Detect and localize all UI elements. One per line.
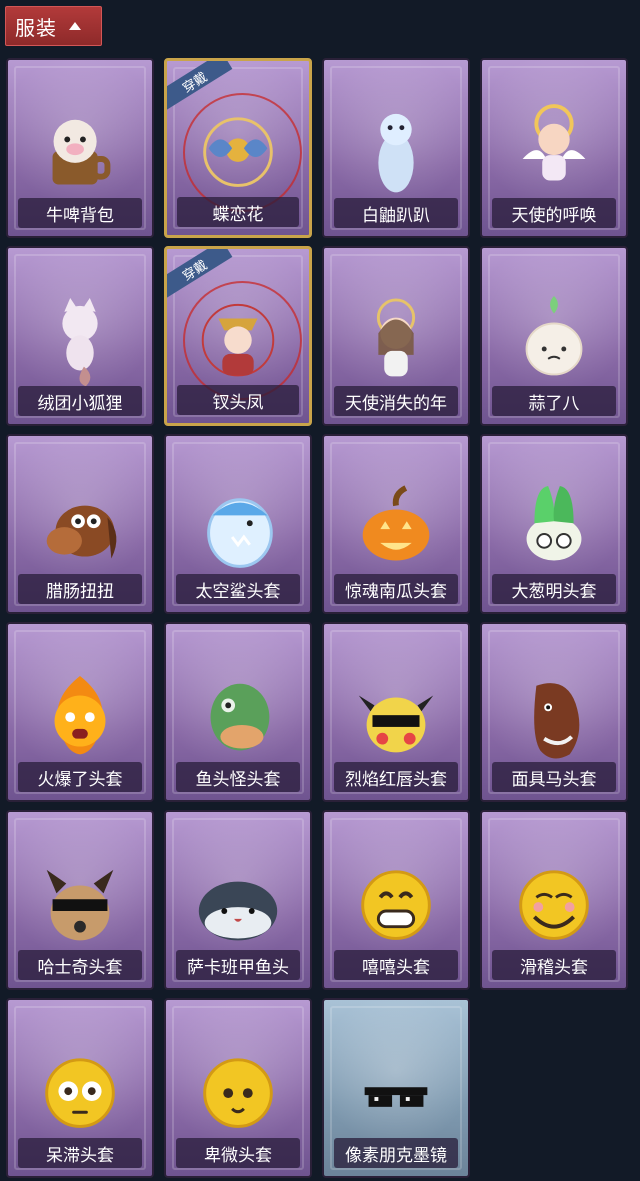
- costume-item-card[interactable]: 嘻嘻头套: [322, 810, 470, 990]
- item-name-label: 烈焰红唇头套: [334, 762, 458, 792]
- item-name-label: 呆滞头套: [18, 1138, 142, 1168]
- phoenix-crown-doll-icon: [201, 304, 275, 377]
- item-name-label: 嘻嘻头套: [334, 950, 458, 980]
- costume-item-card[interactable]: 哈士奇头套: [6, 810, 154, 990]
- angel-doll-icon: [522, 103, 586, 181]
- humble-emoji-mask-icon: [203, 1057, 273, 1128]
- item-name-label: 哈士奇头套: [18, 950, 142, 980]
- item-name-label: 大葱明头套: [492, 574, 616, 604]
- costume-item-card[interactable]: 穿戴 蝶恋花: [164, 58, 312, 238]
- item-name-label: 天使消失的年: [334, 386, 458, 416]
- costume-item-card[interactable]: 烈焰红唇头套: [322, 622, 470, 802]
- garlic-icon: [525, 295, 583, 375]
- stare-emoji-mask-icon: [45, 1057, 115, 1128]
- item-name-label: 白鼬趴趴: [334, 198, 458, 228]
- costume-item-card[interactable]: 惊魂南瓜头套: [322, 434, 470, 614]
- husky-mask-icon: [46, 869, 114, 940]
- costume-item-card[interactable]: 腊肠扭扭: [6, 434, 154, 614]
- item-name-label: 牛啤背包: [18, 198, 142, 228]
- costume-item-card[interactable]: 滑稽头套: [480, 810, 628, 990]
- costume-item-card[interactable]: 大葱明头套: [480, 434, 628, 614]
- butterfly-ornament-icon: [203, 117, 273, 188]
- item-name-label: 滑稽头套: [492, 950, 616, 980]
- costume-item-card[interactable]: 天使的呼唤: [480, 58, 628, 238]
- fox-plush-icon: [62, 297, 98, 386]
- item-name-label: 太空鲨头套: [176, 574, 300, 604]
- costume-item-card[interactable]: 呆滞头套: [6, 998, 154, 1178]
- costume-item-card[interactable]: 鱼头怪头套: [164, 622, 312, 802]
- costume-item-card[interactable]: 面具马头套: [480, 622, 628, 802]
- item-name-label: 萨卡班甲鱼头: [176, 950, 300, 980]
- space-shark-mask-icon: [207, 497, 273, 568]
- chevron-up-icon[interactable]: [69, 22, 81, 30]
- costume-item-card[interactable]: 太空鲨头套: [164, 434, 312, 614]
- item-name-label: 卑微头套: [176, 1138, 300, 1168]
- costume-item-card[interactable]: 穿戴 钗头凤: [164, 246, 312, 426]
- costume-item-card[interactable]: 牛啤背包: [6, 58, 154, 238]
- pixel-sunglasses-icon: [364, 1086, 428, 1107]
- costume-item-card[interactable]: 像素朋克墨镜: [322, 998, 470, 1178]
- costume-item-card[interactable]: 白鼬趴趴: [322, 58, 470, 238]
- fire-mask-icon: [54, 675, 106, 754]
- costume-category-tab[interactable]: 服装: [5, 6, 102, 46]
- costume-item-card[interactable]: 火爆了头套: [6, 622, 154, 802]
- angel-girl-icon: [376, 298, 416, 376]
- white-ferret-icon: [378, 113, 414, 192]
- sacabambaspis-mask-icon: [198, 881, 278, 940]
- item-name-label: 腊肠扭扭: [18, 574, 142, 604]
- item-name-label: 面具马头套: [492, 762, 616, 792]
- item-name-label: 绒团小狐狸: [18, 386, 142, 416]
- funny-emoji-mask-icon: [519, 869, 589, 940]
- category-title: 服装: [15, 15, 57, 40]
- costume-item-card[interactable]: 天使消失的年: [322, 246, 470, 426]
- green-onion-mask-icon: [526, 485, 582, 561]
- cow-mug-icon: [52, 119, 111, 185]
- costume-grid: 牛啤背包 穿戴 蝶恋花 白鼬趴趴 天使的呼唤 绒团小狐狸 穿戴 钗头凤 天使消失的年: [6, 58, 628, 1178]
- costume-item-card[interactable]: 蒜了八: [480, 246, 628, 426]
- grin-emoji-mask-icon: [361, 869, 431, 940]
- item-name-label: 钗头凤: [177, 385, 299, 415]
- item-name-label: 火爆了头套: [18, 762, 142, 792]
- yellow-mouse-mask-icon: [358, 695, 434, 752]
- costume-item-card[interactable]: 卑微头套: [164, 998, 312, 1178]
- item-name-label: 惊魂南瓜头套: [334, 574, 458, 604]
- fish-head-mask-icon: [210, 683, 270, 750]
- item-name-label: 蒜了八: [492, 386, 616, 416]
- dachshund-mask-icon: [46, 505, 117, 559]
- horse-mask-icon: [534, 682, 580, 758]
- item-name-label: 鱼头怪头套: [176, 762, 300, 792]
- pumpkin-mask-icon: [362, 484, 430, 561]
- costume-item-card[interactable]: 萨卡班甲鱼头: [164, 810, 312, 990]
- item-name-label: 天使的呼唤: [492, 198, 616, 228]
- costume-item-card[interactable]: 绒团小狐狸: [6, 246, 154, 426]
- item-name-label: 蝶恋花: [177, 197, 299, 227]
- item-name-label: 像素朋克墨镜: [334, 1138, 458, 1168]
